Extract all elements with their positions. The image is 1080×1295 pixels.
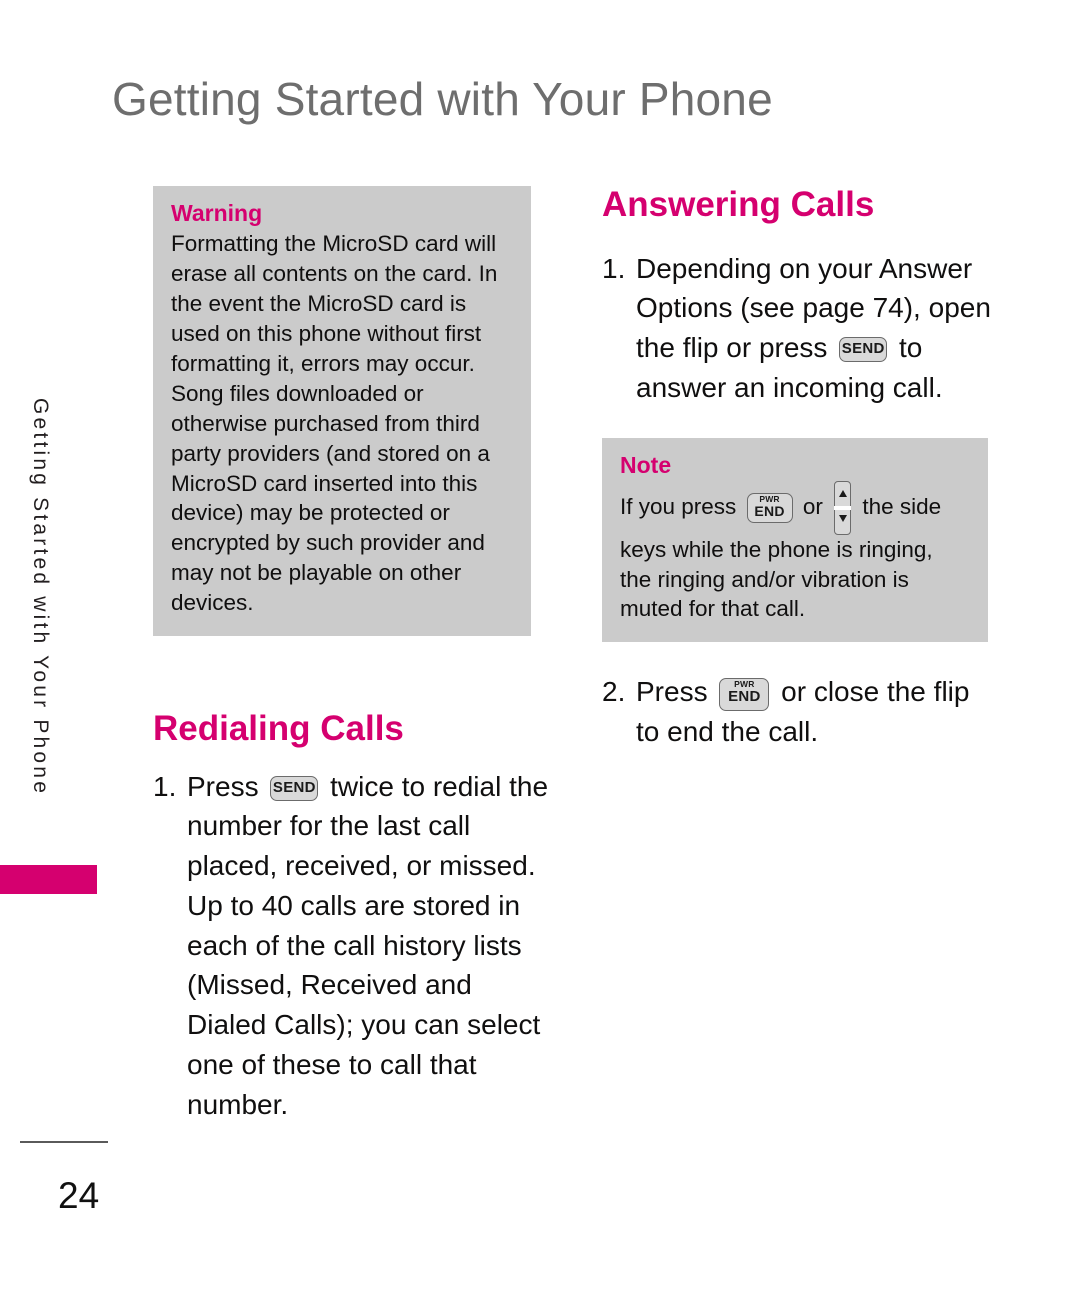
triangle-up-icon xyxy=(838,489,847,497)
note-callout: Note If you press PWR END or the side key… xyxy=(602,437,988,643)
end-key-label: END xyxy=(754,502,785,519)
triangle-down-icon xyxy=(838,514,847,522)
redialing-step-1-text: Press SEND twice to redial the number fo… xyxy=(187,767,553,1125)
answering-step-1: 1. Depending on your Answer Options (see… xyxy=(602,249,992,408)
answering-calls-heading: Answering Calls xyxy=(602,185,875,224)
left-column: Warning Formatting the MicroSD card will… xyxy=(153,186,553,1124)
answering-step-2: 2. Press PWR END or close the flip to end… xyxy=(602,672,992,752)
answering-step-1-text-before: Depending on your Answer Options (see pa… xyxy=(636,252,991,364)
chapter-tab-marker xyxy=(0,865,97,894)
note-text-before: If you press xyxy=(620,493,743,519)
warning-callout-body: Formatting the MicroSD card will erase a… xyxy=(171,231,498,616)
page-number: 24 xyxy=(58,1175,100,1216)
answering-step-2-number: 2. xyxy=(602,676,626,708)
chapter-side-rail-label: Getting Started with Your Phone xyxy=(29,398,52,797)
rocker-split xyxy=(834,505,852,510)
page-title: Getting Started with Your Phone xyxy=(112,73,773,125)
redialing-step-1: 1. Press SEND twice to redial the number… xyxy=(153,767,553,1125)
warning-callout: Warning Formatting the MicroSD card will… xyxy=(153,186,531,637)
redialing-step-1-text-before: Press xyxy=(187,770,267,802)
answering-step-1-text: Depending on your Answer Options (see pa… xyxy=(636,249,992,408)
send-key-icon: SEND xyxy=(270,775,319,801)
note-callout-body: If you press PWR END or the side keys whi… xyxy=(620,480,970,625)
redialing-calls-heading: Redialing Calls xyxy=(153,709,404,749)
answering-step-2-text: Press PWR END or close the flip to end th… xyxy=(636,672,992,752)
send-key-icon: SEND xyxy=(839,337,888,363)
end-key-label: END xyxy=(728,687,761,705)
pwr-end-key-icon: PWR END xyxy=(746,492,793,523)
note-text-middle: or xyxy=(796,493,830,519)
right-column: Answering Calls 1. Depending on your Ans… xyxy=(602,185,992,752)
chapter-side-rail: Getting Started with Your Phone xyxy=(0,0,100,1295)
footer-divider xyxy=(20,1141,108,1143)
note-callout-title: Note xyxy=(620,451,672,478)
warning-callout-title: Warning xyxy=(171,200,263,226)
answering-step-1-number: 1. xyxy=(602,252,626,284)
redialing-step-1-text-after: twice to redial the number for the last … xyxy=(187,770,549,1120)
side-volume-rocker-key-icon xyxy=(834,480,852,535)
answering-step-2-text-before: Press xyxy=(636,676,716,708)
redialing-step-1-number: 1. xyxy=(153,770,177,802)
pwr-end-key-icon: PWR END xyxy=(719,677,770,711)
